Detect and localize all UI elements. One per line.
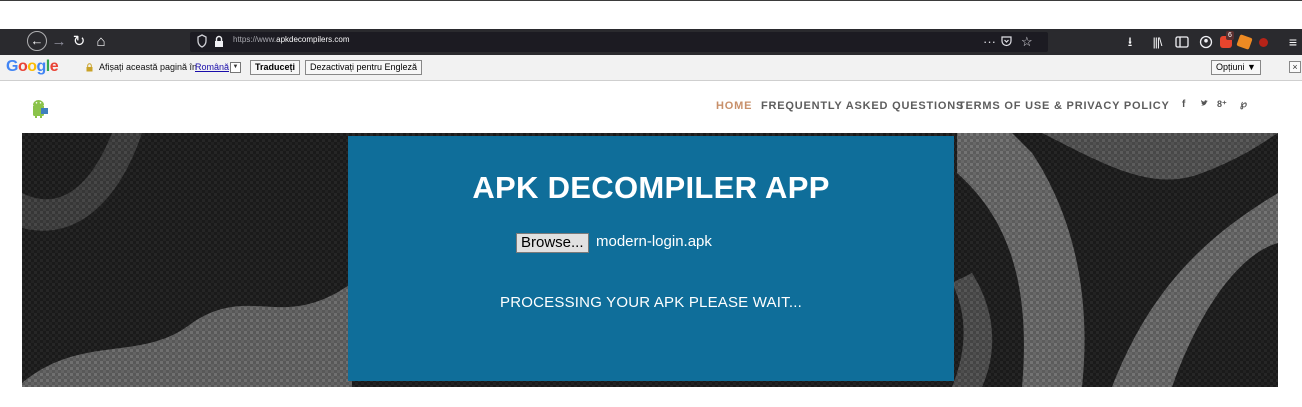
selected-file-name: modern-login.apk	[596, 233, 712, 250]
site-header: HOME FREQUENTLY ASKED QUESTIONS TERMS OF…	[0, 81, 1302, 132]
star-icon[interactable]: ☆	[1021, 32, 1033, 52]
window-edge	[0, 0, 1302, 1]
red-extension-icon[interactable]	[1259, 38, 1268, 47]
browser-toolbar: ← → ↻ ⌂ https://www.apkdecompilers.com ·…	[0, 29, 1302, 55]
close-icon[interactable]: ×	[1289, 61, 1301, 73]
url-prefix: https://www.	[233, 35, 277, 44]
lock-icon[interactable]	[214, 35, 224, 48]
arrow-right-icon[interactable]: →	[51, 32, 67, 52]
sidebar-icon[interactable]	[1174, 32, 1190, 52]
translate-prompt: Afișați această pagină în	[99, 62, 198, 72]
chevron-down-icon[interactable]: ▼	[230, 62, 241, 73]
reload-icon[interactable]: ↻	[71, 32, 87, 52]
google-plus-icon[interactable]: 8⁺	[1217, 99, 1227, 110]
pinterest-icon[interactable]: ℘	[1240, 99, 1247, 110]
decompiler-panel: APK DECOMPILER APP Browse... modern-logi…	[348, 136, 954, 381]
translate-language-link[interactable]: Română	[195, 62, 229, 72]
lock-icon	[86, 63, 93, 72]
fox-extension-icon[interactable]	[1236, 34, 1253, 50]
page-title: APK DECOMPILER APP	[472, 170, 830, 205]
nav-terms[interactable]: TERMS OF USE & PRIVACY POLICY	[958, 100, 1170, 112]
processing-status: PROCESSING YOUR APK PLEASE WAIT...	[500, 294, 802, 311]
pocket-icon[interactable]	[1001, 36, 1012, 47]
shield-icon[interactable]	[197, 34, 207, 48]
nav-home[interactable]: HOME	[716, 100, 752, 112]
url-text[interactable]: https://www.apkdecompilers.com	[233, 35, 350, 44]
library-icon[interactable]: |||\	[1148, 32, 1166, 52]
translate-options-button[interactable]: Opțiuni ▼	[1211, 60, 1261, 75]
translate-button[interactable]: Traduceți	[250, 60, 301, 75]
hero-section: APK DECOMPILER APP Browse... modern-logi…	[22, 133, 1278, 387]
download-icon[interactable]: ⭳	[1122, 32, 1138, 52]
android-logo-icon[interactable]	[29, 99, 49, 119]
url-domain: apkdecompilers.com	[276, 35, 350, 44]
facebook-icon[interactable]: f	[1182, 99, 1185, 110]
arrow-left-icon[interactable]: ←	[27, 31, 47, 51]
ellipsis-icon[interactable]: ···	[983, 32, 996, 52]
window-top-strip	[0, 0, 1302, 29]
nav-faq[interactable]: FREQUENTLY ASKED QUESTIONS	[761, 100, 964, 112]
twitter-icon[interactable]	[1200, 99, 1209, 111]
hamburger-menu-icon[interactable]: ≡	[1286, 32, 1300, 52]
translate-bar: Google Afișați această pagină în Română …	[0, 55, 1302, 81]
account-icon[interactable]	[1198, 32, 1214, 52]
extension-badge: 6	[1226, 31, 1234, 40]
browse-button[interactable]: Browse...	[516, 233, 589, 253]
address-bar[interactable]: https://www.apkdecompilers.com ··· ☆	[190, 32, 1048, 52]
google-logo: Google	[6, 58, 59, 75]
disable-translate-button[interactable]: Dezactivați pentru Engleză	[305, 60, 423, 75]
home-icon[interactable]: ⌂	[92, 32, 110, 52]
